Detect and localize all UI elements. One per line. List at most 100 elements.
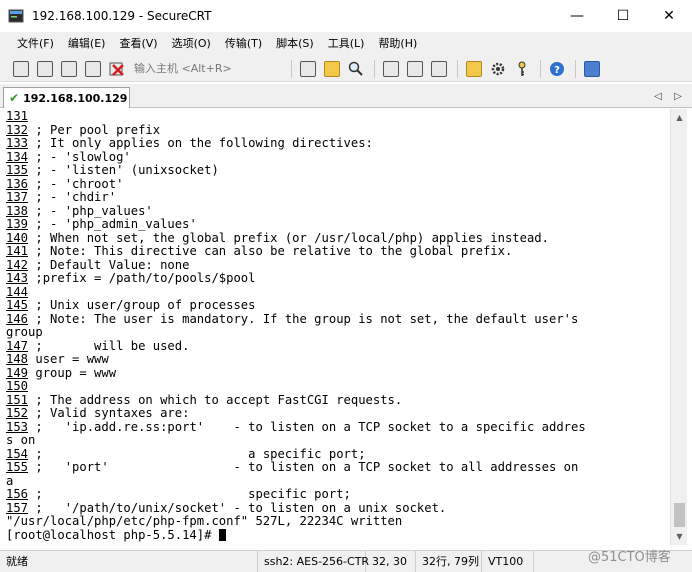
scroll-thumb[interactable] [674, 503, 685, 527]
terminal-line: 141 ; Note: This directive can also be r… [6, 244, 670, 259]
line-text: group = www [28, 365, 117, 380]
terminal-line: 142 ; Default Value: none [6, 257, 670, 273]
terminal-line: 135 ; - 'listen' (unixsocket) [6, 163, 670, 178]
text-cursor [218, 529, 226, 541]
status-cipher: ssh2: AES-256-CTR [258, 550, 369, 572]
line-number: 132 [6, 122, 29, 137]
print-button[interactable] [380, 59, 402, 79]
menu-file[interactable]: 文件(F) [10, 32, 61, 56]
copy-icon [300, 60, 316, 77]
connect-button[interactable] [10, 59, 32, 79]
line-number: 142 [6, 257, 29, 272]
terminal-line: 148 user = www [6, 352, 670, 367]
line-number: 138 [6, 203, 29, 218]
line-text: ; Valid syntaxes are: [28, 406, 190, 420]
tab-next-icon[interactable]: ▷ [670, 87, 686, 105]
line-text: ; When not set, the global prefix (or /u… [28, 230, 549, 245]
line-number: 155 [6, 460, 29, 474]
line-text: ; 'ip.add.re.ss:port' - to listen on a T… [28, 419, 586, 434]
close-button[interactable]: ✕ [646, 0, 692, 32]
line-number: 148 [6, 352, 29, 366]
menu-view[interactable]: 查看(V) [112, 32, 164, 56]
terminal-line: 138 ; - 'php_values' [6, 203, 670, 219]
connect-icon [13, 60, 29, 77]
session-options-button[interactable] [463, 59, 485, 79]
gear-icon [491, 62, 505, 75]
screen-icon [584, 60, 600, 77]
help-icon: ? [550, 61, 564, 76]
line-text: ; will be used. [28, 338, 190, 353]
terminal-line: 143 ;prefix = /path/to/pools/$pool [6, 271, 670, 286]
connect-in-tab-icon [61, 60, 77, 77]
terminal-line: group [6, 325, 670, 340]
paste-button[interactable] [321, 59, 343, 79]
terminal-line: 147 ; will be used. [6, 338, 670, 354]
tab-session[interactable]: ✔ 192.168.100.129 [3, 87, 130, 108]
menu-transfer[interactable]: 传输(T) [218, 32, 269, 56]
line-number: 147 [6, 338, 29, 353]
minimize-button[interactable]: — [554, 0, 600, 32]
reconnect-button[interactable] [82, 59, 104, 79]
menu-help[interactable]: 帮助(H) [371, 32, 424, 56]
session-manager-button[interactable] [581, 59, 603, 79]
line-text: ; The address on which to accept FastCGI… [28, 392, 403, 407]
copy-button[interactable] [297, 59, 319, 79]
find-button[interactable] [345, 59, 367, 79]
terminal-line: 154 ; a specific port; [6, 446, 670, 462]
key-button[interactable] [511, 59, 533, 79]
terminal-line: 155 ; 'port' - to listen on a TCP socket… [6, 460, 670, 475]
svg-text:?: ? [554, 65, 560, 76]
toolbar-separator [374, 59, 375, 78]
line-text: ; Note: The user is mandatory. If the gr… [28, 311, 579, 326]
tab-label: 192.168.100.129 [23, 91, 128, 105]
menu-tools[interactable]: 工具(L) [321, 32, 372, 56]
toolbar-separator [457, 59, 458, 78]
scroll-down-icon[interactable]: ▼ [671, 528, 688, 545]
line-text: ; a specific port; [28, 446, 366, 461]
line-number: 135 [6, 163, 29, 177]
securecrt-app-icon [8, 8, 24, 24]
terminal-line: 131 [6, 109, 670, 124]
title-bar[interactable]: 192.168.100.129 - SecureCRT — ☐ ✕ [0, 0, 692, 32]
disconnect-icon [109, 62, 124, 76]
vertical-scrollbar[interactable]: ▲ ▼ [670, 109, 687, 545]
line-number: 157 [6, 500, 29, 515]
line-number: 131 [6, 109, 29, 123]
line-number: 151 [6, 392, 29, 407]
toolbar-separator [291, 59, 292, 78]
terminal-output[interactable]: 131 132 ; Per pool prefix 133 ; It only ap… [5, 109, 670, 545]
line-number: 133 [6, 136, 29, 150]
menu-edit[interactable]: 编辑(E) [61, 32, 113, 56]
menu-options[interactable]: 选项(O) [165, 32, 218, 56]
quick-connect-input[interactable]: 输入主机 <Alt+R> [130, 60, 280, 78]
line-number: 134 [6, 149, 29, 164]
toolbar-separator [540, 59, 541, 78]
status-terminal-size: 32行, 79列 [416, 550, 482, 572]
find-icon [348, 61, 363, 76]
global-options-button[interactable] [487, 59, 509, 79]
print-screen-button[interactable] [428, 59, 450, 79]
terminal-line: s on [6, 433, 670, 448]
line-number: 136 [6, 176, 29, 191]
line-text: ; Unix user/group of processes [28, 298, 256, 312]
scroll-up-icon[interactable]: ▲ [671, 109, 688, 126]
terminal-line: 132 ; Per pool prefix [6, 122, 670, 138]
line-text: ;prefix = /path/to/pools/$pool [28, 271, 256, 285]
tab-prev-icon[interactable]: ◁ [650, 87, 666, 105]
quick-connect-button[interactable] [34, 59, 56, 79]
window-title: 192.168.100.129 - SecureCRT [32, 9, 212, 23]
status-terminal-type: VT100 [482, 550, 534, 572]
vim-written-message: "/usr/local/php/etc/php-fpm.conf" 527L, … [6, 514, 403, 528]
status-cursor-position: 32, 30 [366, 550, 416, 572]
line-text: ; 'port' - to listen on a TCP socket to … [28, 460, 579, 474]
maximize-button[interactable]: ☐ [600, 0, 646, 32]
key-icon [518, 61, 526, 76]
status-ready: 就绪 [0, 550, 258, 572]
connect-in-tab-button[interactable] [58, 59, 80, 79]
menu-script[interactable]: 脚本(S) [269, 32, 321, 56]
line-number: 146 [6, 311, 29, 326]
help-button[interactable]: ? [546, 59, 568, 79]
print-setup-button[interactable] [404, 59, 426, 79]
disconnect-button[interactable] [106, 59, 128, 79]
toolbar-separator [575, 59, 576, 78]
